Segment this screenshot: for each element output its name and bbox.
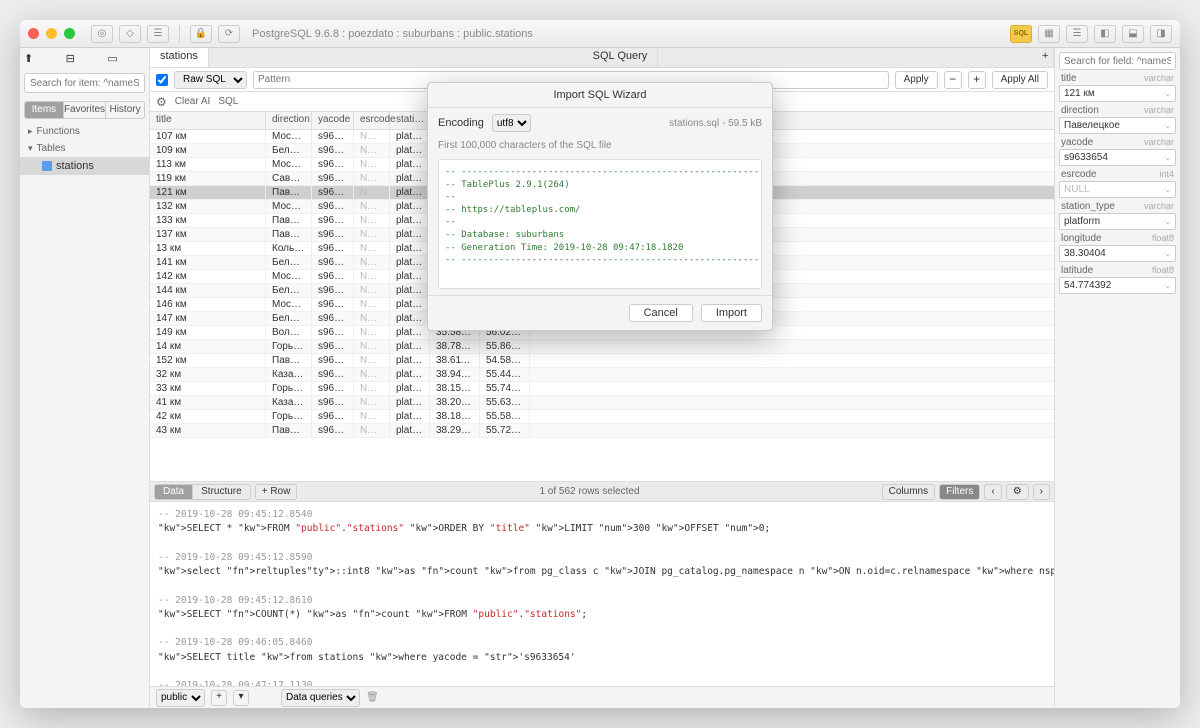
table-row[interactable]: 152 кмПавелецк…s9633655NULLplatform38.61… (150, 354, 1054, 368)
table-row[interactable]: 41 кмКазанскоеs9600999NULLplatform38.201… (150, 396, 1054, 410)
layout-bottom-icon[interactable]: ⬓ (1122, 25, 1144, 43)
field-title[interactable]: 121 км⌄ (1059, 85, 1176, 102)
encoding-select[interactable]: utf8 (492, 114, 531, 132)
filter-mode[interactable]: Raw SQL (174, 71, 247, 89)
add-filter[interactable]: + (968, 71, 986, 89)
schema-more[interactable]: ▾ (233, 690, 249, 706)
titlebar: ◎ ◇ ☰ 🔒 ⟳ PostgreSQL 9.6.8 : poezdato : … (20, 20, 1180, 48)
tab-stations[interactable]: stations (150, 48, 209, 67)
field-longitude[interactable]: 38.30404⌄ (1059, 245, 1176, 262)
inspector-search[interactable] (1059, 52, 1176, 70)
file-info: stations.sql - 59.5 kB (669, 118, 762, 129)
layout-right-icon[interactable]: ◨ (1150, 25, 1172, 43)
sidebar-search[interactable] (24, 73, 145, 93)
field-direction[interactable]: Павелецкое⌄ (1059, 117, 1176, 134)
clear-ai[interactable]: Clear AI (175, 96, 211, 107)
dialog-title: Import SQL Wizard (428, 83, 772, 108)
field-yacode[interactable]: s9633654⌄ (1059, 149, 1176, 166)
status-text: 1 of 562 rows selected (301, 486, 877, 497)
sidebar: ⬆ ⊟ ▭ Items Favorites History ▸Functions… (20, 48, 150, 708)
panel-icon[interactable]: ☰ (1066, 25, 1088, 43)
sql-badge-icon[interactable]: SQL (1010, 25, 1032, 43)
tree-tables[interactable]: ▾Tables (20, 140, 149, 157)
apply-button[interactable]: Apply (895, 71, 938, 89)
filters-button[interactable]: Filters (939, 484, 980, 500)
import-button[interactable]: Import (701, 304, 762, 322)
tab-items[interactable]: Items (25, 102, 64, 118)
connection-icon[interactable]: ⬆ (24, 52, 62, 65)
table-icon (42, 161, 52, 171)
tab-favorites[interactable]: Favorites (64, 102, 106, 118)
table-row[interactable]: 14 кмГорьковс…s9601876NULLplatform38.783… (150, 340, 1054, 354)
dialog-subtitle: First 100,000 characters of the SQL file (428, 138, 772, 153)
field-latitude[interactable]: 54.774392⌄ (1059, 277, 1176, 294)
sql-preview: -- -------------------------------------… (438, 159, 762, 289)
tree-functions[interactable]: ▸Functions (20, 123, 149, 140)
gear-icon[interactable]: ⚙ (156, 95, 167, 109)
schema-select[interactable]: public (156, 689, 205, 707)
tab-sql-query[interactable]: SQL Query (583, 48, 659, 67)
tree-item-stations[interactable]: stations (20, 157, 149, 175)
columns-button[interactable]: Columns (882, 484, 935, 500)
encoding-label: Encoding (438, 117, 484, 129)
sql-icon[interactable]: ▭ (107, 52, 145, 65)
tool-icon[interactable]: ◇ (119, 25, 141, 43)
field-station_type[interactable]: platform⌄ (1059, 213, 1176, 230)
sidebar-tabs[interactable]: Items Favorites History (24, 101, 145, 119)
table-row[interactable]: 43 кмПавелецк…s9601631NULLplatform38.291… (150, 424, 1054, 438)
remove-filter[interactable]: − (944, 71, 962, 89)
nav-next[interactable]: › (1033, 484, 1050, 500)
tab-history[interactable]: History (106, 102, 144, 118)
zoom-icon[interactable] (64, 28, 75, 39)
refresh-icon[interactable]: ⟳ (218, 25, 240, 43)
cancel-button[interactable]: Cancel (629, 304, 693, 322)
inspector: titlevarchar121 км⌄directionvarcharПавел… (1054, 48, 1180, 708)
trash-icon[interactable]: 🗑 (366, 692, 379, 703)
apply-all-button[interactable]: Apply All (992, 71, 1048, 89)
import-dialog: Import SQL Wizard Encoding utf8 stations… (427, 82, 773, 331)
view-structure[interactable]: Structure (193, 485, 250, 499)
gear-icon[interactable]: ⚙ (1006, 484, 1029, 500)
schema-add[interactable]: + (211, 690, 227, 706)
close-icon[interactable] (28, 28, 39, 39)
tool-icon[interactable]: ☰ (147, 25, 169, 43)
layout-left-icon[interactable]: ◧ (1094, 25, 1116, 43)
field-esrcode[interactable]: NULL⌄ (1059, 181, 1176, 198)
table-row[interactable]: 42 кмГорьковс…s9601504NULLplatform38.183… (150, 410, 1054, 424)
minimize-icon[interactable] (46, 28, 57, 39)
breadcrumb: PostgreSQL 9.6.8 : poezdato : suburbans … (252, 28, 533, 40)
tab-add[interactable]: + (1032, 48, 1054, 67)
lock-icon[interactable]: 🔒 (190, 25, 212, 43)
query-mode[interactable]: Data queries (281, 689, 360, 707)
sql-toggle[interactable]: SQL (218, 96, 238, 107)
nav-prev[interactable]: ‹ (984, 484, 1001, 500)
table-row[interactable]: 33 кмГорьковс…s9600773NULLplatform38.153… (150, 382, 1054, 396)
grid-icon[interactable]: ▦ (1038, 25, 1060, 43)
query-log: -- 2019-10-28 09:45:12.8540 "kw">SELECT … (150, 501, 1054, 686)
filter-checkbox[interactable] (156, 74, 168, 86)
view-data[interactable]: Data (155, 485, 193, 499)
tool-icon[interactable]: ◎ (91, 25, 113, 43)
add-row-button[interactable]: + Row (255, 484, 298, 500)
db-icon[interactable]: ⊟ (66, 52, 104, 65)
table-row[interactable]: 32 кмКазанскоеs9601128NULLplatform38.943… (150, 368, 1054, 382)
